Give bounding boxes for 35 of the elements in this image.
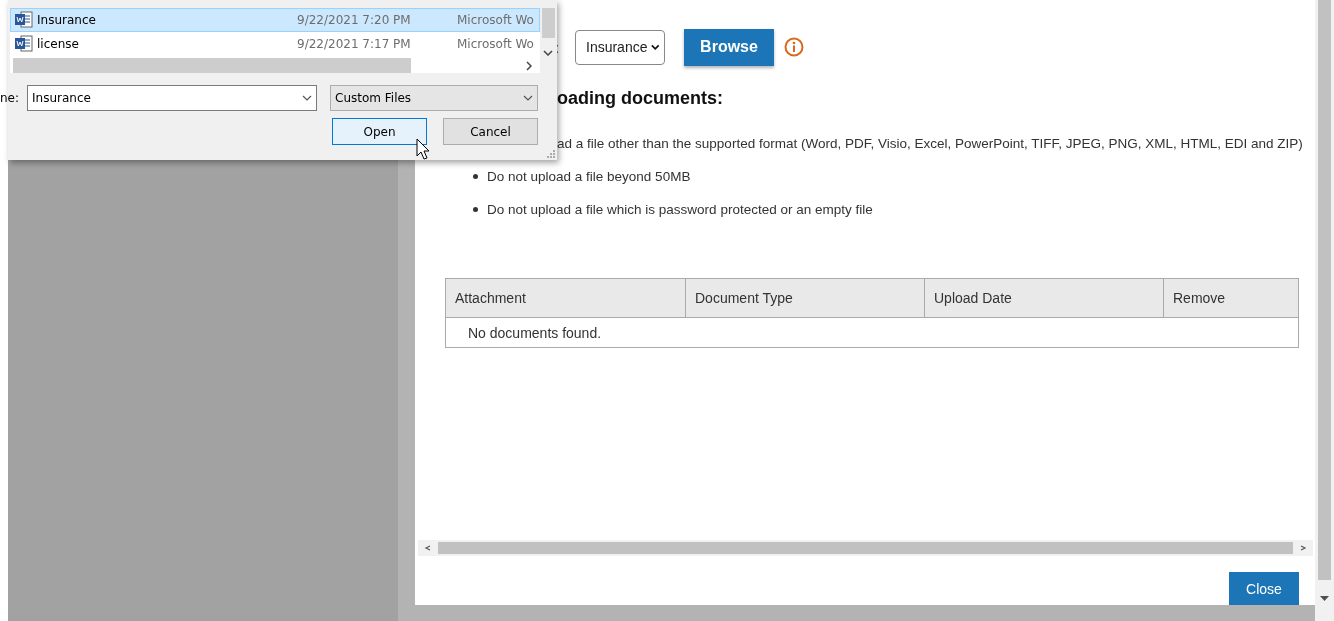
document-icon bbox=[15, 11, 33, 29]
page-scrollbar[interactable] bbox=[1315, 0, 1334, 621]
column-header: Upload Date bbox=[924, 279, 1163, 317]
resize-grip-icon[interactable] bbox=[546, 149, 555, 158]
chevron-down-icon bbox=[302, 95, 312, 101]
document-type-select[interactable]: Insurance bbox=[575, 29, 665, 65]
close-button[interactable]: Close bbox=[1229, 572, 1299, 605]
info-icon[interactable] bbox=[784, 37, 804, 57]
document-icon bbox=[15, 35, 33, 53]
chevron-right-icon bbox=[526, 60, 532, 71]
empty-message: No documents found. bbox=[446, 317, 1298, 347]
file-name-label: ne: bbox=[0, 91, 20, 105]
chevron-down-icon bbox=[651, 43, 660, 51]
rule-text: Do not upload a file which is password protected or an empty file bbox=[487, 201, 873, 217]
file-row[interactable]: Insurance 9/22/2021 7:20 PM Microsoft Wo bbox=[10, 8, 540, 32]
cancel-button[interactable]: Cancel bbox=[443, 118, 538, 145]
rule-text: ad a file other than the supported format (Word, PDF, Visio, Excel, PowerPoint, TIFF, JPEG, PNG, XML, HTML, EDI and ZIP) bbox=[557, 135, 1303, 151]
chevron-down-icon bbox=[523, 95, 533, 101]
field-label: : bbox=[555, 38, 561, 56]
vertical-scrollbar[interactable] bbox=[540, 8, 557, 73]
chevron-down-icon bbox=[543, 50, 553, 56]
file-list-scrollbar[interactable] bbox=[10, 58, 540, 73]
scroll-down-icon bbox=[1320, 596, 1329, 601]
column-header: Remove bbox=[1163, 279, 1298, 317]
bullet-icon bbox=[473, 173, 478, 179]
file-name-field[interactable]: Insurance bbox=[27, 85, 317, 111]
horizontal-scrollbar[interactable] bbox=[418, 540, 1313, 556]
file-type-dropdown[interactable]: Custom Files bbox=[330, 85, 538, 111]
browse-button[interactable]: Browse bbox=[684, 28, 774, 66]
column-header: Document Type bbox=[685, 279, 924, 317]
bullet-icon bbox=[473, 206, 478, 212]
section-heading: oading documents: bbox=[557, 88, 723, 109]
column-header: Attachment bbox=[454, 289, 527, 308]
open-button[interactable]: Open bbox=[332, 118, 427, 145]
rule-text: Do not upload a file beyond 50MB bbox=[487, 168, 691, 184]
